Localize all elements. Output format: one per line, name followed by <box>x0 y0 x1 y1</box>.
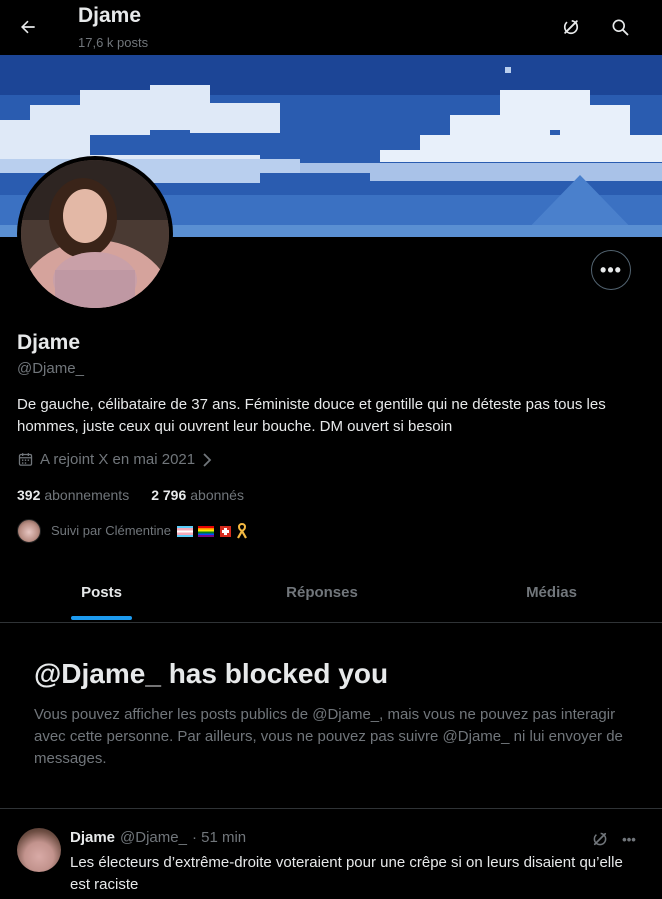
active-tab-indicator <box>71 616 132 620</box>
tab-replies-label: Réponses <box>286 584 358 601</box>
tab-replies[interactable]: Réponses <box>203 563 441 622</box>
grok-icon <box>563 19 579 35</box>
tab-media-label: Médias <box>526 584 577 601</box>
profile-name: Djame <box>17 331 81 354</box>
header-title: Djame <box>78 4 142 27</box>
trans-flag-icon <box>176 525 193 537</box>
divider <box>0 808 662 809</box>
following-label: abonnements <box>44 487 130 503</box>
tab-posts-label: Posts <box>81 584 122 601</box>
follower-avatar <box>17 519 41 543</box>
post-text: Les électeurs d’extrême-droite voteraien… <box>70 854 623 893</box>
profile-handle: @Djame_ <box>17 360 84 377</box>
arrow-left-icon <box>21 20 35 34</box>
post-author-handle[interactable]: @Djame_ <box>120 829 187 846</box>
ribbon-icon <box>237 523 248 539</box>
followed-by[interactable]: Suivi par Clémentine <box>17 519 248 543</box>
swiss-flag-icon <box>219 525 231 537</box>
grok-icon <box>593 832 607 846</box>
blocked-text: Vous pouvez afficher les posts publics d… <box>34 706 623 767</box>
avatar-photo <box>21 160 169 308</box>
grok-button[interactable] <box>553 9 589 45</box>
post-time[interactable]: · 51 min <box>192 829 246 846</box>
profile-tabs: Posts Réponses Médias <box>0 563 662 623</box>
blocked-title: @Djame_ has blocked you <box>34 658 389 689</box>
profile-avatar[interactable] <box>17 156 173 312</box>
search-icon <box>612 19 629 36</box>
joined-text: A rejoint X en mai 2021 <box>40 451 196 468</box>
followers-link[interactable]: 2 796 abonnés <box>151 487 244 503</box>
post-header: Djame @Djame_ · 51 min <box>70 829 246 846</box>
profile-bio: De gauche, célibataire de 37 ans. Fémini… <box>17 396 606 435</box>
post-author-name[interactable]: Djame <box>70 829 115 846</box>
follow-stats: 392 abonnements 2 796 abonnés <box>17 487 244 503</box>
tab-media[interactable]: Médias <box>441 563 662 622</box>
more-icon: ••• <box>622 831 636 847</box>
post-grok-button[interactable] <box>589 828 611 850</box>
calendar-icon <box>18 453 33 466</box>
profile-joined[interactable]: A rejoint X en mai 2021 <box>17 451 213 468</box>
followed-by-text: Suivi par Clémentine <box>51 523 248 540</box>
tab-posts[interactable]: Posts <box>0 563 203 622</box>
following-count: 392 <box>17 487 41 503</box>
top-bar: Djame 17,6 k posts <box>0 0 662 55</box>
more-options-button[interactable]: ••• <box>591 250 631 290</box>
following-link[interactable]: 392 abonnements <box>17 487 129 503</box>
followers-label: abonnés <box>190 487 244 503</box>
rainbow-flag-icon <box>198 525 215 537</box>
chevron-right-icon <box>203 452 212 467</box>
post-avatar[interactable] <box>17 828 61 872</box>
back-button[interactable] <box>10 9 46 45</box>
search-button[interactable] <box>602 9 638 45</box>
followed-by-label: Suivi par Clémentine <box>51 522 171 538</box>
more-icon: ••• <box>600 259 622 280</box>
followers-count: 2 796 <box>151 487 187 503</box>
post-more-button[interactable]: ••• <box>618 828 640 850</box>
header-post-count: 17,6 k posts <box>78 35 149 50</box>
